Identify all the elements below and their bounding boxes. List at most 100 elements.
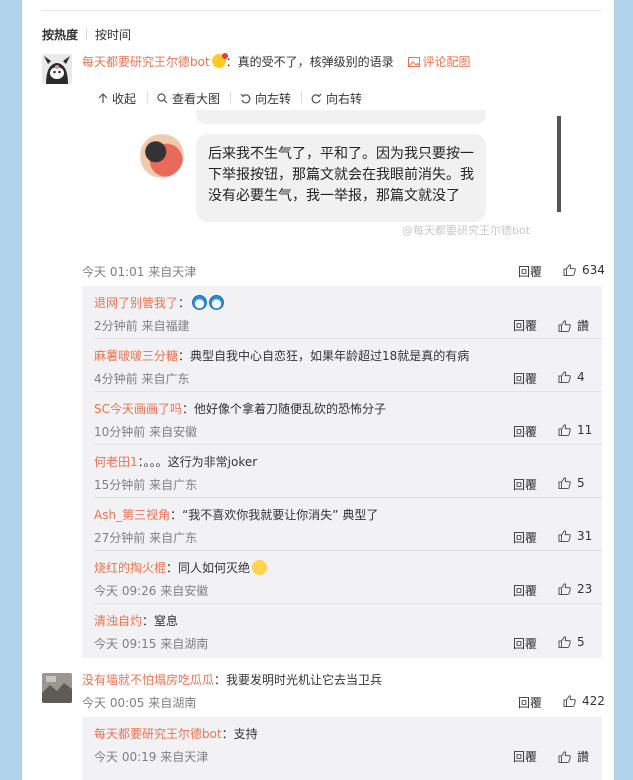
reply-button[interactable]: 回覆	[513, 748, 537, 765]
reply-meta: 今天 00:19 来自天津	[94, 750, 209, 764]
thumbs-up-icon	[558, 477, 571, 489]
reply-meta: 15分钟前 来自广东	[94, 478, 198, 492]
reply-username[interactable]: 烧红的掏火棍	[94, 561, 166, 575]
thumbs-up-icon	[558, 751, 571, 763]
divider	[301, 91, 302, 103]
chat-bubble: 后来我不生气了，平和了。因为我只要按一下举报按钮，那篇文就会在我眼前消失。我没有…	[196, 134, 486, 222]
sort-by-time[interactable]: 按时间	[95, 28, 131, 42]
doraemon-emoji-icon	[209, 295, 225, 310]
sad-emoji-icon	[252, 560, 268, 575]
avatar[interactable]	[42, 673, 72, 703]
reply-item: 麻薯啵啵三分糖：典型自我中心自恋狂，如果年龄超过18就是真的有病 4分钟前 来自广…	[82, 339, 602, 392]
like-button[interactable]: 11	[558, 423, 592, 437]
reply-button[interactable]: 回覆	[513, 317, 537, 334]
like-button[interactable]: 23	[558, 582, 592, 596]
like-button[interactable]: 31	[558, 529, 592, 543]
like-button[interactable]: 422	[563, 694, 605, 708]
like-count: 5	[577, 476, 585, 490]
comment-username[interactable]: 每天都要研究王尔德bot	[82, 55, 210, 69]
reply-line: SC今天画画了吗：他好像个拿着刀随便乱砍的恐怖分子	[94, 400, 386, 417]
reply-text: ：“我不喜欢你我就要让你消失” 典型了	[170, 508, 379, 522]
divider	[230, 91, 231, 103]
vip-badge-icon	[211, 53, 228, 68]
reply-item: 何老田1：。。。这行为非常joker 15分钟前 来自广东 回覆 5	[82, 445, 602, 498]
reply-item: SC今天画画了吗：他好像个拿着刀随便乱砍的恐怖分子 10分钟前 来自安徽 回覆 11	[82, 392, 602, 445]
reply-username[interactable]: 每天都要研究王尔德bot	[94, 727, 222, 741]
reply-text: ：窒息	[142, 614, 179, 628]
reply-item: 每天都要研究王尔德bot：支持 今天 00:19 来自天津 回覆 讚	[82, 717, 602, 770]
reply-button[interactable]: 回覆	[513, 582, 537, 599]
reply-meta: 4分钟前 来自广东	[94, 372, 190, 386]
comment-picture-link[interactable]: 评论配图	[407, 55, 471, 69]
like-button[interactable]: 4	[558, 370, 585, 384]
reply-meta: 27分钟前 来自广东	[94, 531, 198, 545]
doraemon-emoji-icon	[192, 295, 208, 310]
search-icon	[157, 93, 168, 104]
comment-text: ：我要发明时光机让它去当卫兵	[214, 673, 383, 687]
reply-username[interactable]: 退网了别管我了	[94, 296, 178, 310]
sort-by-hot[interactable]: 按热度	[42, 28, 78, 42]
like-button[interactable]: 5	[558, 635, 585, 649]
reply-username[interactable]: SC今天画画了吗	[94, 402, 182, 416]
like-button[interactable]: 讚	[558, 748, 589, 765]
like-count: 4	[577, 370, 585, 384]
comment-username[interactable]: 没有墙就不怕塌房吃瓜瓜	[82, 673, 214, 687]
collapse-label: 收起	[112, 92, 137, 106]
comments-panel: 按热度 按时间 每天都要研究王尔德bot ：真的受不了，核弹级别的语录 评论配图 收…	[22, 0, 614, 780]
kuromi-avatar-icon	[42, 54, 72, 84]
landscape-avatar-icon	[42, 673, 72, 703]
reply-username[interactable]: 麻薯啵啵三分糖	[94, 349, 178, 363]
reply-button[interactable]: 回覆	[513, 423, 537, 440]
reply-button[interactable]: 回覆	[518, 694, 542, 711]
thumbs-up-icon	[558, 530, 571, 542]
thumbs-up-icon	[563, 695, 576, 707]
comment-image-viewer: 收起 查看大图 向左转 向右转 后来我不生气了，平和了。因为我只要按一下举报按钮…	[82, 76, 602, 254]
reply-meta: 今天 09:15 来自湖南	[94, 637, 209, 651]
reply-list: 每天都要研究王尔德bot：支持 今天 00:19 来自天津 回覆 讚	[82, 717, 602, 780]
thumbs-up-icon	[558, 320, 571, 332]
reply-item: 清浊自灼：窒息今天 09:15 来自湖南 回覆 5	[82, 604, 602, 657]
rotate-right-label: 向右转	[326, 92, 363, 106]
reply-text: ：支持	[221, 727, 258, 741]
view-large-button[interactable]: 查看大图	[157, 90, 220, 107]
like-button[interactable]: 讚	[558, 317, 589, 334]
rotate-left-button[interactable]: 向左转	[240, 90, 291, 107]
like-button[interactable]: 634	[563, 263, 605, 277]
like-count: 5	[577, 635, 585, 649]
image-scrollbar	[557, 116, 561, 212]
reply-button[interactable]: 回覆	[518, 263, 542, 280]
reply-line: 退网了别管我了：	[94, 294, 225, 311]
reply-text: ：。。。这行为非常joker	[137, 455, 258, 469]
image-icon	[407, 57, 420, 67]
reply-username[interactable]: 何老田1	[94, 455, 138, 469]
comment-image[interactable]: 后来我不生气了，平和了。因为我只要按一下举报按钮，那篇文就会在我眼前消失。我没有…	[82, 110, 602, 254]
reply-username[interactable]: 清浊自灼	[94, 614, 142, 628]
reply-button[interactable]: 回覆	[513, 529, 537, 546]
reply-text: ：典型自我中心自恋狂，如果年龄超过18就是真的有病	[178, 349, 470, 363]
like-count: 23	[577, 582, 593, 596]
arrow-up-icon	[98, 93, 108, 103]
reply-button[interactable]: 回覆	[513, 635, 537, 652]
image-watermark: @每天都要研究王尔德bot	[402, 224, 531, 237]
reply-username[interactable]: Ash_第三视角	[94, 508, 170, 522]
reply-text: ：同人如何灭绝	[166, 561, 251, 575]
reply-meta: 10分钟前 来自安徽	[94, 425, 198, 439]
reply-line: 清浊自灼：窒息	[94, 612, 178, 629]
reply-line: 何老田1：。。。这行为非常joker	[94, 453, 257, 470]
reply-meta: 今天 09:26 来自安徽	[94, 584, 209, 598]
sort-tabs: 按热度 按时间	[42, 26, 131, 43]
like-count: 31	[577, 529, 593, 543]
reply-item: Ash_第三视角：“我不喜欢你我就要让你消失” 典型了 27分钟前 来自广东 回覆 3…	[82, 498, 602, 551]
comment-line: 每天都要研究王尔德bot ：真的受不了，核弹级别的语录 评论配图	[82, 53, 471, 70]
reply-button[interactable]: 回覆	[513, 476, 537, 493]
like-button[interactable]: 5	[558, 476, 585, 490]
thumbs-up-icon	[558, 424, 571, 436]
divider	[147, 91, 148, 103]
avatar[interactable]	[42, 54, 72, 84]
reply-button[interactable]: 回覆	[513, 370, 537, 387]
rotate-right-button[interactable]: 向右转	[311, 90, 362, 107]
like-count: 11	[577, 423, 593, 437]
collapse-button[interactable]: 收起	[98, 90, 136, 107]
divider	[42, 10, 602, 11]
like-count: 讚	[577, 750, 590, 764]
